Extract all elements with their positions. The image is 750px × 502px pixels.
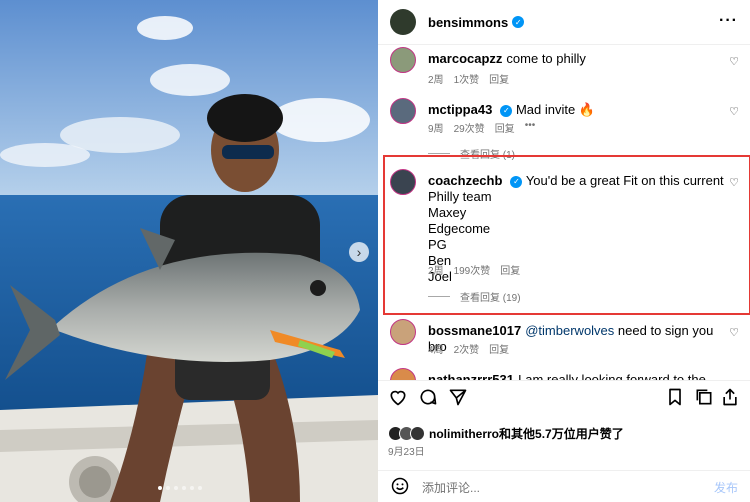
carousel-dots xyxy=(158,486,202,490)
reply-button[interactable]: 回复 xyxy=(489,71,509,86)
view-replies-link[interactable]: 查看回复 (19) xyxy=(428,289,521,304)
replies-divider xyxy=(428,153,450,154)
comments-list[interactable]: marcocapzz come to philly 2周 1次赞 回复 ♡ mct… xyxy=(378,45,750,380)
comment-item: coachzechb ✓ You'd be a great Fit on this… xyxy=(390,169,745,304)
likes-text: nolimitherro和其他5.7万位用户赞了 xyxy=(429,425,624,442)
fishing-photo xyxy=(0,0,378,502)
emoji-smiley-icon[interactable] xyxy=(390,476,410,499)
reply-button[interactable]: 回复 xyxy=(495,120,515,135)
like-comment-heart-icon[interactable]: ♡ xyxy=(729,105,739,118)
comment-line: Edgecome xyxy=(428,221,491,236)
comment-time: 4周 xyxy=(428,345,444,356)
view-replies-text[interactable]: 查看回复 (19) xyxy=(460,289,521,304)
likes-username[interactable]: nolimitherro xyxy=(429,427,499,441)
like-heart-icon[interactable] xyxy=(388,387,408,410)
liker-avatar xyxy=(410,426,425,441)
comment-line: PG xyxy=(428,237,447,252)
carousel-dot xyxy=(190,486,194,490)
comment-more-icon[interactable]: ••• xyxy=(525,120,536,135)
comment-meta: 2周 199次赞 回复 xyxy=(428,262,520,277)
add-comment-row: 添加评论... 发布 xyxy=(378,470,750,502)
post-actions: nolimitherro和其他5.7万位用户赞了 9月23日 添加评论... 发… xyxy=(378,380,750,502)
comment-username[interactable]: marcocapzz xyxy=(428,51,502,66)
comment-time: 9周 xyxy=(428,124,444,135)
author-avatar[interactable] xyxy=(390,9,416,35)
post-photo[interactable]: › xyxy=(0,0,378,502)
likes-count-text[interactable]: 和其他5.7万位用户赞了 xyxy=(499,427,624,441)
comment-body: nathanzrrr531 I am really looking forward… xyxy=(428,372,728,380)
copy-repost-icon[interactable] xyxy=(694,387,714,410)
replies-divider xyxy=(428,296,450,297)
action-icons-row xyxy=(388,387,740,413)
post-date: 9月23日 xyxy=(388,447,425,458)
carousel-next-button[interactable]: › xyxy=(349,242,369,262)
comment-meta: 4周 2次赞 回复 xyxy=(428,341,509,356)
carousel-dot xyxy=(198,486,202,490)
like-comment-heart-icon[interactable]: ♡ xyxy=(729,176,739,189)
comment-username[interactable]: coachzechb xyxy=(428,173,502,188)
comment-mention[interactable]: @timberwolves xyxy=(525,323,614,338)
comment-text: Mad invite 🔥 xyxy=(515,102,595,117)
comment-text: come to philly xyxy=(506,51,586,66)
carousel-dot xyxy=(158,486,162,490)
view-replies-link[interactable]: 查看回复 (1) xyxy=(428,146,515,161)
comment-item: mctippa43 ✓ Mad invite 🔥 9周 29次赞 回复 ••• ♡… xyxy=(390,98,745,161)
commenter-avatar[interactable] xyxy=(390,169,416,195)
share-upload-icon[interactable] xyxy=(720,387,740,410)
comment-line: Maxey xyxy=(428,205,467,220)
likes-summary[interactable]: nolimitherro和其他5.7万位用户赞了 xyxy=(388,425,624,442)
comment-username[interactable]: nathanzrrr531 xyxy=(428,372,514,380)
bookmark-icon[interactable] xyxy=(666,387,684,410)
share-send-icon[interactable] xyxy=(448,387,468,410)
post-comment-button[interactable]: 发布 xyxy=(714,479,738,496)
carousel-dot xyxy=(174,486,178,490)
comment-bubble-icon[interactable] xyxy=(418,387,438,410)
commenter-avatar[interactable] xyxy=(390,368,416,380)
carousel-dot xyxy=(166,486,170,490)
commenter-avatar[interactable] xyxy=(390,98,416,124)
comment-likes[interactable]: 199次赞 xyxy=(454,262,491,277)
reply-button[interactable]: 回复 xyxy=(500,262,520,277)
add-comment-input[interactable]: 添加评论... xyxy=(422,479,714,496)
post-header: bensimmons ✓ ··· xyxy=(378,0,750,45)
author-username[interactable]: bensimmons xyxy=(428,15,508,30)
verified-badge-icon: ✓ xyxy=(510,175,523,188)
comment-body: mctippa43 ✓ Mad invite 🔥 xyxy=(428,102,728,118)
carousel-dot xyxy=(182,486,186,490)
view-replies-text[interactable]: 查看回复 (1) xyxy=(460,146,515,161)
comment-likes[interactable]: 1次赞 xyxy=(454,71,480,86)
comment-item: nathanzrrr531 I am really looking forward… xyxy=(390,368,745,380)
comment-username[interactable]: mctippa43 xyxy=(428,102,492,117)
comment-time: 2周 xyxy=(428,266,444,277)
commenter-avatar[interactable] xyxy=(390,47,416,73)
reply-button[interactable]: 回复 xyxy=(489,341,509,356)
comment-item: marcocapzz come to philly 2周 1次赞 回复 ♡ xyxy=(390,47,745,92)
comment-body: marcocapzz come to philly xyxy=(428,51,728,67)
like-comment-heart-icon[interactable]: ♡ xyxy=(729,55,739,68)
comment-likes[interactable]: 2次赞 xyxy=(454,341,480,356)
commenter-avatar[interactable] xyxy=(390,319,416,345)
more-options-icon[interactable]: ··· xyxy=(719,12,738,30)
like-comment-heart-icon[interactable]: ♡ xyxy=(729,326,739,339)
comment-meta: 2周 1次赞 回复 xyxy=(428,71,509,86)
post-detail-panel: bensimmons ✓ ··· marcocapzz come to phill… xyxy=(378,0,750,502)
comment-item: bossmane1017 @timberwolves need to sign y… xyxy=(390,319,745,359)
verified-badge-icon: ✓ xyxy=(500,104,513,117)
verified-badge-icon: ✓ xyxy=(512,16,525,28)
comment-likes[interactable]: 29次赞 xyxy=(454,120,485,135)
comment-meta: 9周 29次赞 回复 ••• xyxy=(428,120,535,135)
comment-time: 2周 xyxy=(428,75,444,86)
comment-username[interactable]: bossmane1017 xyxy=(428,323,521,338)
